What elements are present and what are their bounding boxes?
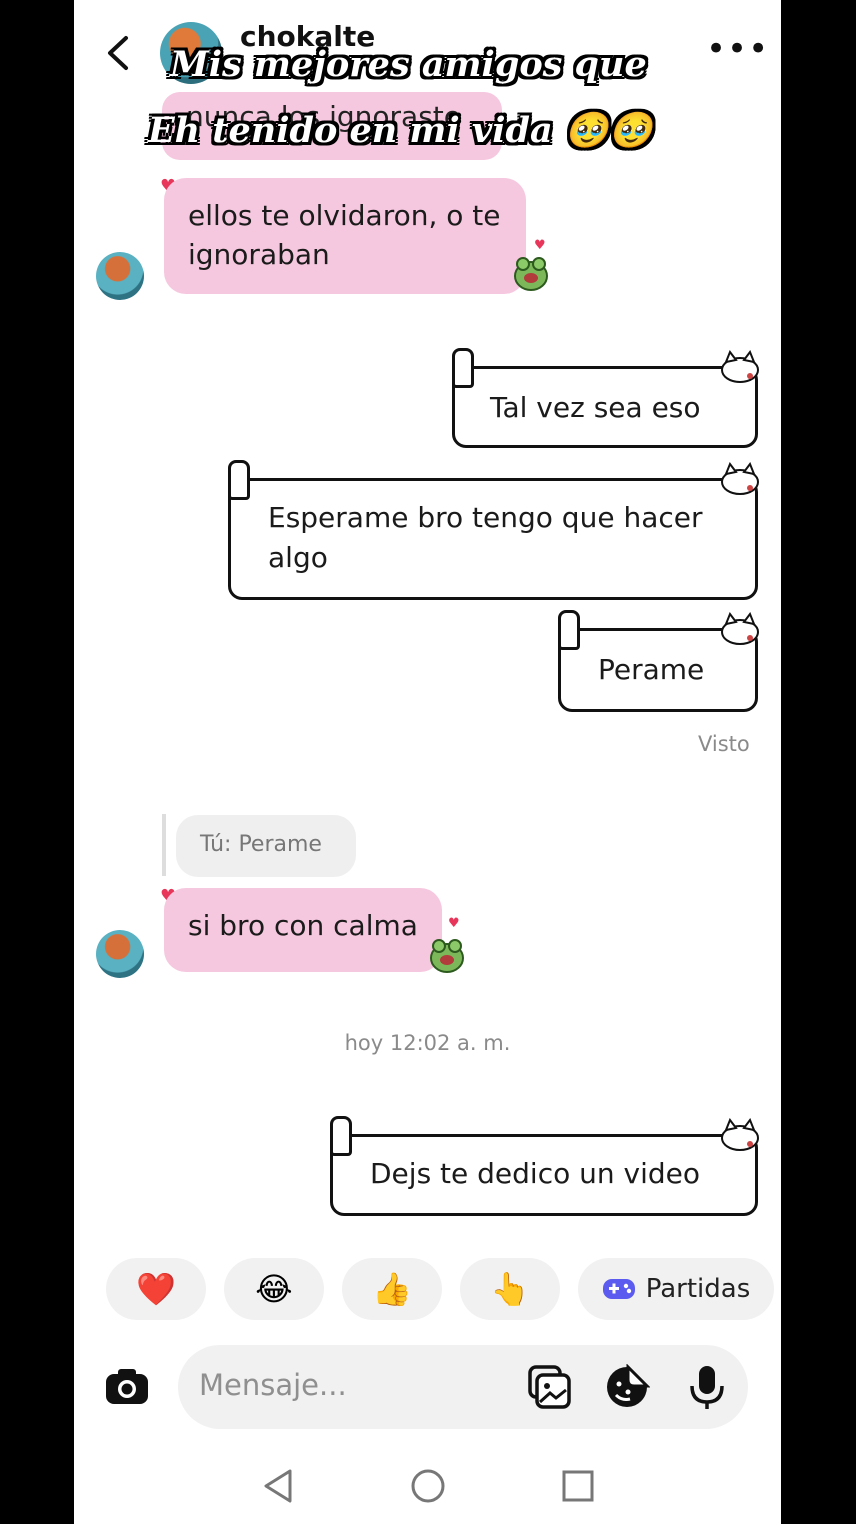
- cat-sticker-icon: [721, 350, 759, 383]
- heart-reaction-icon: ♥: [534, 238, 546, 253]
- message-text: Perame: [598, 653, 705, 686]
- nav-home-icon[interactable]: [408, 1466, 448, 1506]
- heart-icon: ❤️: [136, 1270, 176, 1308]
- message-text: Tal vez sea eso: [490, 391, 701, 424]
- camera-icon[interactable]: [104, 1366, 150, 1406]
- scroll-curl-decoration: [228, 460, 250, 500]
- chat-screen: chokalte ••• nunca los ignoraste Mis mej…: [74, 0, 781, 1524]
- reply-preview-text: Tú: Perame: [200, 832, 322, 857]
- message-text-line1: Esperame bro tengo que hacer: [268, 501, 703, 534]
- scroll-curl-decoration: [330, 1116, 352, 1156]
- nav-back-icon[interactable]: [258, 1466, 298, 1506]
- message-bubble-incoming[interactable]: si bro con calma: [164, 888, 442, 972]
- cat-sticker-icon: [721, 612, 759, 645]
- pointing-up-icon: 👆: [490, 1270, 530, 1308]
- quick-reaction-thumbs-up[interactable]: 👍: [342, 1258, 442, 1320]
- frog-sticker-icon: [430, 939, 464, 973]
- cat-sticker-icon: [721, 462, 759, 495]
- microphone-icon[interactable]: [684, 1364, 730, 1410]
- message-bubble-incoming[interactable]: ellos te olvidaron, o te ignoraban: [164, 178, 526, 294]
- scroll-curl-decoration: [452, 348, 474, 388]
- contact-avatar-small[interactable]: [96, 252, 144, 300]
- partidas-button[interactable]: Partidas: [578, 1258, 774, 1320]
- partidas-label: Partidas: [645, 1274, 751, 1304]
- overlay-caption-line2: Eh tenido en mi vida 🥹🥹: [148, 110, 653, 151]
- message-text: Dejs te dedico un video: [370, 1157, 701, 1190]
- overlay-caption-line1: Mis mejores amigos que: [170, 44, 647, 85]
- reply-indicator-bar: [162, 814, 166, 876]
- seen-status: Visto: [698, 732, 750, 756]
- sticker-icon[interactable]: [604, 1364, 650, 1410]
- thumbs-up-icon: 👍: [372, 1270, 412, 1308]
- timestamp-divider: hoy 12:02 a. m.: [344, 1031, 511, 1055]
- message-text-line2: ignoraban: [188, 238, 330, 271]
- message-text-line2: algo: [268, 541, 328, 574]
- message-text: si bro con calma: [188, 909, 418, 942]
- back-arrow-icon[interactable]: [100, 32, 134, 74]
- laughing-face-icon: 😂: [255, 1270, 293, 1308]
- more-options-icon[interactable]: •••: [706, 32, 769, 66]
- message-input-placeholder: Mensaje...: [199, 1368, 347, 1402]
- quick-reaction-laughing[interactable]: 😂: [224, 1258, 324, 1320]
- heart-reaction-icon: ♥: [448, 916, 460, 931]
- gamepad-icon: [602, 1279, 635, 1299]
- nav-recents-icon[interactable]: [558, 1466, 598, 1506]
- message-text-line1: ellos te olvidaron, o te: [188, 199, 501, 232]
- gallery-icon[interactable]: [526, 1364, 572, 1410]
- scroll-curl-decoration: [558, 610, 580, 650]
- quick-reaction-heart[interactable]: ❤️: [106, 1258, 206, 1320]
- cat-sticker-icon: [721, 1118, 759, 1151]
- contact-avatar-small[interactable]: [96, 930, 144, 978]
- quick-reaction-pointing-up[interactable]: 👆: [460, 1258, 560, 1320]
- frog-sticker-icon: [514, 257, 548, 291]
